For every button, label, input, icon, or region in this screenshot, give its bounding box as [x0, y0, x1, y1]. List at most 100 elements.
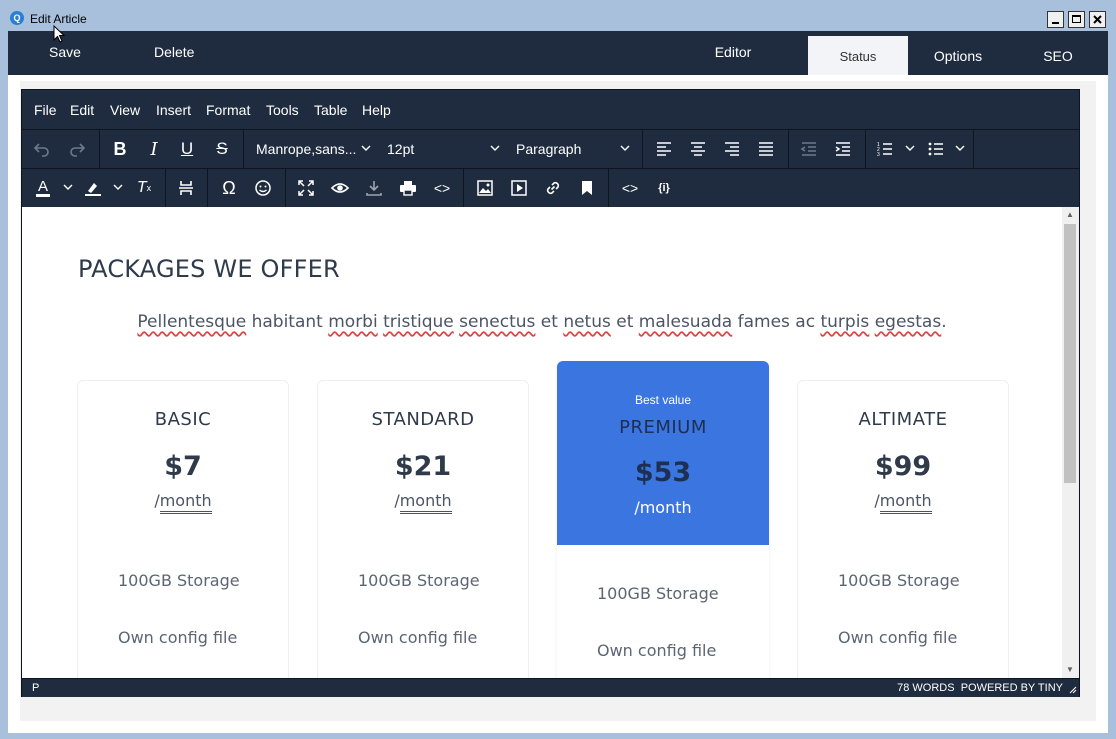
package-feature: Own config file	[118, 628, 238, 647]
redo-icon[interactable]	[65, 138, 89, 160]
package-name: BASIC	[154, 409, 212, 430]
align-left-icon[interactable]	[652, 138, 676, 160]
package-period: /month	[798, 491, 1008, 514]
package-feature: Own config file	[838, 628, 958, 647]
editor-menubar: File Edit View Insert Format Tools Table…	[22, 90, 1079, 129]
outdent-icon[interactable]	[797, 138, 821, 160]
lead-text: habitant	[246, 312, 329, 332]
tab-options[interactable]: Options	[908, 36, 1008, 75]
scrollbar-thumb[interactable]	[1064, 224, 1076, 483]
element-path[interactable]: P	[32, 682, 39, 694]
vertical-scrollbar[interactable]: ▲ ▼	[1062, 207, 1079, 678]
menu-insert[interactable]: Insert	[156, 102, 191, 118]
chevron-down-icon[interactable]	[112, 181, 124, 193]
menu-view[interactable]: View	[110, 102, 140, 118]
align-justify-icon[interactable]	[754, 138, 778, 160]
spellcheck-word[interactable]: Pellentesque	[137, 312, 246, 332]
resize-handle-icon[interactable]	[1067, 684, 1077, 694]
spellcheck-word[interactable]: turpis	[820, 312, 869, 332]
package-card-altimate[interactable]: ALTIMATE $99 /month 100GB Storage Own co…	[797, 380, 1009, 678]
numbered-list-icon[interactable]: 123	[873, 138, 897, 160]
text-color-icon[interactable]: A	[31, 177, 55, 199]
menu-table[interactable]: Table	[314, 102, 347, 118]
package-feature: 100GB Storage	[358, 571, 480, 590]
spellcheck-word[interactable]: tristique	[383, 312, 454, 332]
align-right-icon[interactable]	[720, 138, 744, 160]
period-link[interactable]: month	[399, 491, 452, 514]
font-family-select[interactable]: Manrope,sans...	[256, 130, 374, 168]
save-button[interactable]: Save	[49, 44, 81, 60]
svg-text:3: 3	[877, 152, 880, 158]
tab-seo[interactable]: SEO	[1008, 36, 1108, 75]
powered-by-link[interactable]: POWERED BY TINY	[961, 682, 1063, 694]
menu-edit[interactable]: Edit	[70, 102, 94, 118]
package-name: STANDARD	[371, 409, 475, 430]
chevron-down-icon[interactable]	[62, 181, 74, 193]
strikethrough-icon[interactable]: S	[210, 138, 234, 160]
bold-icon[interactable]: B	[108, 138, 132, 160]
font-size-select[interactable]: 12pt	[387, 130, 502, 168]
page-heading: PACKAGES WE OFFER	[78, 255, 340, 283]
chevron-down-icon	[361, 145, 371, 151]
print-icon[interactable]	[396, 177, 420, 199]
spellcheck-word[interactable]: egestas	[875, 312, 942, 332]
menu-tools[interactable]: Tools	[266, 102, 299, 118]
lead-text: et	[535, 312, 564, 332]
tab-status[interactable]: Status	[808, 36, 908, 75]
document-canvas[interactable]: PACKAGES WE OFFER Pellentesque habitant …	[22, 207, 1079, 678]
source-code-icon[interactable]: <>	[430, 177, 454, 199]
period-link[interactable]: month	[879, 491, 932, 514]
menu-help[interactable]: Help	[362, 102, 391, 118]
lead-text: et	[610, 312, 639, 332]
highlight-icon[interactable]	[81, 177, 105, 199]
fullscreen-icon[interactable]	[294, 177, 318, 199]
insert-link-icon[interactable]	[541, 177, 565, 199]
spellcheck-word[interactable]: senectus	[459, 312, 535, 332]
menu-file[interactable]: File	[34, 102, 57, 118]
align-center-icon[interactable]	[686, 138, 710, 160]
underline-icon[interactable]: U	[175, 138, 199, 160]
insert-media-icon[interactable]	[507, 177, 531, 199]
delete-button[interactable]: Delete	[154, 44, 194, 60]
block-format-select[interactable]: Paragraph	[516, 130, 632, 168]
chevron-down-icon[interactable]	[904, 142, 916, 154]
package-price: $21	[394, 451, 452, 482]
chevron-down-icon	[620, 145, 630, 151]
preview-icon[interactable]	[328, 177, 352, 199]
code-sample-icon[interactable]: <>	[618, 177, 642, 199]
package-period: /month	[318, 491, 528, 514]
word-count[interactable]: 78 WORDS	[897, 682, 954, 694]
scroll-up-icon[interactable]: ▲	[1066, 210, 1074, 219]
download-icon[interactable]	[362, 177, 386, 199]
featured-header	[557, 361, 769, 545]
template-variable-icon[interactable]: {i}	[652, 177, 676, 199]
special-character-icon[interactable]: Ω	[217, 177, 241, 199]
spellcheck-word[interactable]: malesuada	[639, 312, 732, 332]
chevron-down-icon[interactable]	[954, 142, 966, 154]
spellcheck-word[interactable]: netus	[563, 312, 611, 332]
package-feature: 100GB Storage	[597, 584, 719, 603]
spellcheck-word[interactable]: morbi	[328, 312, 377, 332]
italic-icon[interactable]: I	[142, 138, 166, 160]
tab-editor[interactable]: Editor	[678, 31, 788, 70]
menu-format[interactable]: Format	[206, 102, 250, 118]
app-logo-icon: Q	[10, 11, 24, 25]
package-card-standard[interactable]: STANDARD $21 /month 100GB Storage Own co…	[317, 380, 529, 678]
period-prefix: /	[154, 491, 160, 510]
undo-icon[interactable]	[30, 138, 54, 160]
scroll-down-icon[interactable]: ▼	[1066, 665, 1074, 674]
minimize-button[interactable]	[1047, 11, 1064, 28]
close-button[interactable]	[1089, 11, 1106, 28]
editor-statusbar: P 78 WORDS POWERED BY TINY	[22, 678, 1079, 697]
emoticons-icon[interactable]	[251, 177, 275, 199]
insert-image-icon[interactable]	[473, 177, 497, 199]
maximize-button[interactable]	[1068, 11, 1085, 28]
bullet-list-icon[interactable]	[924, 138, 948, 160]
package-card-basic[interactable]: BASIC $7 /month 100GB Storage Own config…	[77, 380, 289, 678]
bookmark-icon[interactable]	[575, 177, 599, 199]
page-break-icon[interactable]	[174, 177, 198, 199]
package-card-premium[interactable]: Best value PREMIUM $53 /month 100GB Stor…	[557, 361, 769, 678]
clear-formatting-icon[interactable]: Tx	[132, 177, 156, 199]
period-link[interactable]: month	[159, 491, 212, 514]
indent-icon[interactable]	[831, 138, 855, 160]
